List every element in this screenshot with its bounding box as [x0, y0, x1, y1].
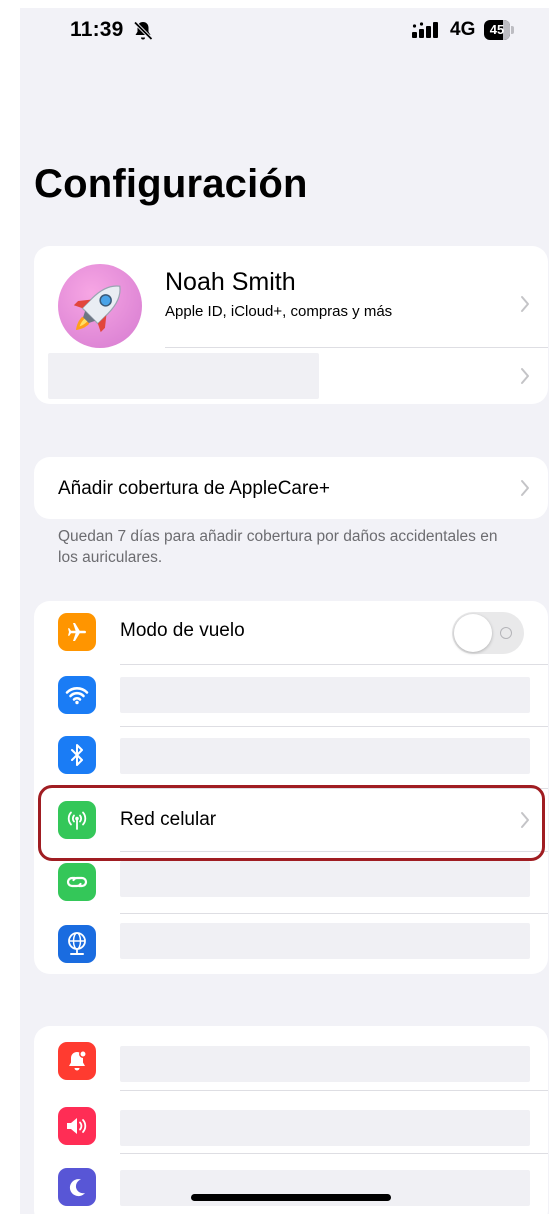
airplane-mode-toggle[interactable] [452, 612, 524, 654]
globe-network-icon [58, 925, 96, 963]
profile-group: Noah Smith Apple ID, iCloud+, compras y … [34, 246, 548, 404]
redacted-row[interactable] [34, 348, 548, 404]
focus-row[interactable] [34, 1154, 548, 1214]
network-type: 4G [450, 19, 476, 40]
notifications-group [34, 1026, 548, 1214]
bell-slash-icon [133, 21, 153, 41]
airplane-mode-label: Modo de vuelo [120, 620, 245, 641]
chevron-right-icon [520, 479, 530, 497]
wifi-row[interactable] [34, 665, 548, 726]
applecare-label: Añadir cobertura de AppleCare+ [58, 478, 330, 499]
link-icon [58, 863, 96, 901]
highlight-annotation [38, 785, 545, 861]
status-time: 11:39 [70, 18, 124, 41]
wifi-icon [58, 676, 96, 714]
profile-subtitle: Apple ID, iCloud+, compras y más [165, 303, 393, 320]
cellular-signal-icon [412, 22, 438, 38]
profile-name: Noah Smith [165, 268, 296, 296]
applecare-group: Añadir cobertura de AppleCare+ [34, 457, 548, 519]
home-indicator [191, 1194, 391, 1201]
settings-screen: 11:39 4G 45 Configuración Noah Smith App… [20, 8, 549, 1214]
battery-icon: 45 [484, 20, 514, 40]
airplane-icon [58, 613, 96, 651]
hotspot-row[interactable] [34, 852, 548, 913]
moon-icon [58, 1168, 96, 1206]
speaker-icon [58, 1107, 96, 1145]
chevron-right-icon [520, 295, 530, 313]
bluetooth-icon [58, 736, 96, 774]
status-bar: 11:39 4G 45 [20, 8, 549, 58]
bluetooth-row[interactable] [34, 727, 548, 788]
rocket-icon [73, 285, 121, 333]
applecare-row[interactable]: Añadir cobertura de AppleCare+ [34, 457, 548, 519]
vpn-row[interactable] [34, 914, 548, 974]
applecare-footnote: Quedan 7 días para añadir cobertura por … [58, 528, 498, 566]
avatar [58, 264, 142, 348]
page-title: Configuración [34, 162, 308, 206]
profile-row[interactable]: Noah Smith Apple ID, iCloud+, compras y … [34, 246, 548, 348]
airplane-mode-row: Modo de vuelo [34, 601, 548, 664]
chevron-right-icon [520, 367, 530, 385]
notification-bell-icon [58, 1042, 96, 1080]
notifications-row[interactable] [34, 1026, 548, 1089]
sounds-row[interactable] [34, 1091, 548, 1153]
battery-level: 45 [489, 22, 505, 37]
